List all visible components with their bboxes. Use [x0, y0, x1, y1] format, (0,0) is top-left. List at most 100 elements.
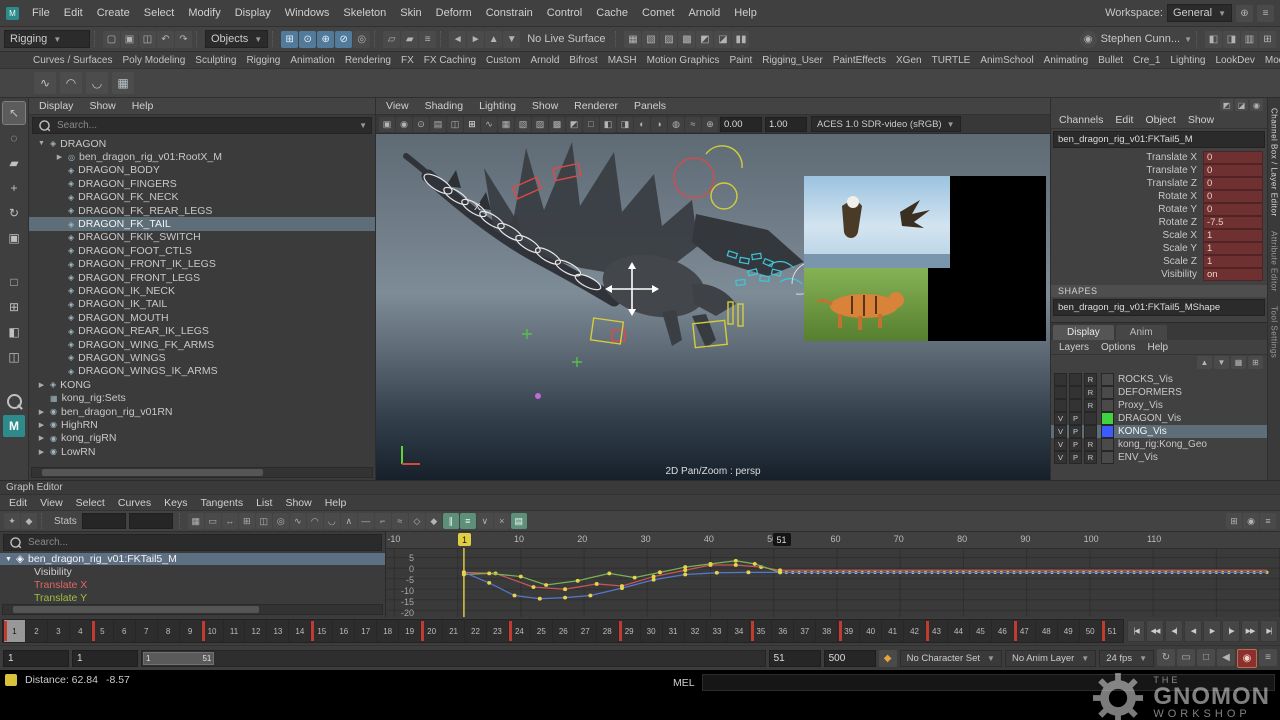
shadows-toggle-icon[interactable]: ◑ [651, 117, 667, 132]
animation-start-field[interactable]: 1 [3, 650, 69, 667]
timeline-frame[interactable]: 21 [442, 620, 464, 642]
outliner-item[interactable]: ◈ DRAGON_WINGS_IK_ARMS [29, 365, 375, 378]
channel-value-field[interactable]: 0 [1203, 190, 1263, 203]
bookmark-icon[interactable]: ▤ [430, 117, 446, 132]
graph-editor-menu-item[interactable]: View [40, 497, 63, 509]
outliner-item[interactable]: ◈ DRAGON_FKIK_SWITCH [29, 231, 375, 244]
timeline-frame[interactable]: 41 [881, 620, 903, 642]
menu-item[interactable]: File [25, 7, 57, 19]
pin-channel-box-icon[interactable]: ◉ [1250, 99, 1263, 111]
ge-time-ruler[interactable]: -10102030405060708090100110151 [386, 532, 1280, 549]
hud-toggle-icon[interactable]: □ [1197, 649, 1215, 666]
layer-playback-toggle[interactable] [1069, 373, 1082, 386]
move-tool-icon[interactable]: + [3, 177, 25, 199]
outliner-item[interactable]: ▶ ◉ kong_rigRN [29, 432, 375, 445]
go-to-end-icon[interactable]: ▶| [1260, 620, 1278, 642]
outliner-item[interactable]: ◈ DRAGON_FRONT_IK_LEGS [29, 258, 375, 271]
channel-box-menu-item[interactable]: Channels [1059, 114, 1103, 126]
outliner-item[interactable]: ◈ DRAGON_WINGS [29, 351, 375, 364]
layer-visibility-toggle[interactable] [1054, 386, 1067, 399]
sidebar-modeling-toolkit-icon[interactable]: ◧ [1205, 31, 1222, 48]
ipr-render-icon[interactable]: ▧ [642, 31, 659, 48]
channel-value-field[interactable]: 1 [1203, 242, 1263, 255]
stats-value-field[interactable] [129, 513, 173, 529]
shelf-tab[interactable]: XGen [891, 55, 927, 66]
outliner-item[interactable]: ▶ ◉ HighRN [29, 418, 375, 431]
grid-toggle-icon[interactable]: ▦ [498, 117, 514, 132]
outliner-item[interactable]: ▦ kong_rig:Sets [29, 391, 375, 404]
layer-row[interactable]: R DEFORMERS [1051, 386, 1267, 399]
expand-arrow-icon[interactable]: ▶ [37, 381, 46, 389]
layer-color-chip[interactable] [1101, 412, 1114, 425]
viewport-menu-item[interactable]: Panels [634, 100, 666, 112]
timeline-frame[interactable]: 35 [749, 620, 771, 642]
channel-row[interactable]: Translate X 0 [1051, 151, 1263, 164]
render-view-icon[interactable]: ▦ [624, 31, 641, 48]
timeline-frame[interactable]: 24 [508, 620, 530, 642]
undo-icon[interactable]: ↶ [157, 31, 174, 48]
open-scene-icon[interactable]: ▣ [121, 31, 138, 48]
outliner-hscrollbar[interactable] [31, 467, 373, 478]
timeline-frame[interactable]: 4 [69, 620, 91, 642]
layer-row[interactable]: V P R kong_rig:Kong_Geo [1051, 438, 1267, 451]
timeline-frame[interactable]: 45 [969, 620, 991, 642]
expand-arrow-icon[interactable]: ▶ [55, 153, 64, 161]
channel-row[interactable]: Visibility on [1051, 268, 1263, 281]
select-camera-icon[interactable]: ▣ [379, 117, 395, 132]
graph-editor-menu-item[interactable]: List [256, 497, 272, 509]
menu-item[interactable]: Windows [278, 7, 337, 19]
channel-value-field[interactable]: 1 [1203, 229, 1263, 242]
stacked-view-icon[interactable]: ▤ [511, 513, 527, 529]
channel-box-menu-item[interactable]: Object [1145, 114, 1175, 126]
set-key-icon[interactable]: ◆ [879, 650, 897, 667]
step-back-key-icon[interactable]: ◀◀ [1146, 620, 1164, 642]
expand-arrow-icon[interactable]: ▶ [37, 421, 46, 429]
timeline-frame[interactable]: 39 [837, 620, 859, 642]
sidebar-channel-box-icon[interactable]: ⊞ [1259, 31, 1276, 48]
workspace-menu-icon[interactable]: ≡ [1257, 5, 1274, 22]
timeline-frame[interactable]: 2 [25, 620, 47, 642]
graph-editor-menu-item[interactable]: Help [325, 497, 347, 509]
retime-tool-icon[interactable]: ↔ [222, 513, 238, 529]
timeline[interactable]: 1234567891011121314151617181920212223242… [2, 619, 1124, 643]
timeline-frame[interactable]: 32 [684, 620, 706, 642]
ssao-toggle-icon[interactable]: ◍ [668, 117, 684, 132]
scrollbar-thumb[interactable] [13, 606, 259, 613]
snap-to-point-icon[interactable]: ⊕ [317, 31, 334, 48]
timeline-frame[interactable]: 44 [947, 620, 969, 642]
anim-layer-select[interactable]: No Anim Layer▼ [1005, 650, 1096, 667]
channel-box-menu-item[interactable]: Show [1188, 114, 1214, 126]
lock-camera-icon[interactable]: ◉ [396, 117, 412, 132]
step-tangent-icon[interactable]: ⌐ [375, 513, 391, 529]
shelf-tab[interactable]: Rigging_User [757, 55, 828, 66]
timeline-frame[interactable]: 5 [91, 620, 113, 642]
menu-item[interactable]: Skin [393, 7, 428, 19]
texture-view-icon[interactable]: ◩ [696, 31, 713, 48]
move-layer-down-icon[interactable]: ▼ [1214, 356, 1229, 369]
timeline-frame[interactable]: 51 [1101, 620, 1123, 642]
lattice-deform-keys-icon[interactable]: ▦ [188, 513, 204, 529]
new-layer-from-selected-icon[interactable]: ⊞ [1248, 356, 1263, 369]
redo-icon[interactable]: ↷ [175, 31, 192, 48]
timeline-frame[interactable]: 14 [288, 620, 310, 642]
timeline-frame[interactable]: 40 [859, 620, 881, 642]
ge-hscrollbar[interactable] [2, 604, 383, 615]
layer-color-chip[interactable] [1101, 399, 1114, 412]
break-tangents-icon[interactable]: × [494, 513, 510, 529]
timeline-frame[interactable]: 43 [925, 620, 947, 642]
outliner-item[interactable]: ▶ ◉ ben_dragon_rig_v01RN [29, 405, 375, 418]
layer-visibility-toggle[interactable] [1054, 399, 1067, 412]
layer-editor-tab[interactable]: Anim [1116, 325, 1167, 340]
channel-box-menu-item[interactable]: Edit [1115, 114, 1133, 126]
insert-keys-icon[interactable]: ◆ [21, 513, 37, 529]
sidebar-vertical-tab[interactable]: Channel Box / Layer Editor [1270, 108, 1279, 217]
timeline-frame[interactable]: 25 [530, 620, 552, 642]
stats-time-field[interactable] [82, 513, 126, 529]
playback-start-field[interactable]: 1 [72, 650, 138, 667]
menu-item[interactable]: Deform [429, 7, 479, 19]
exposure-field[interactable]: 0.00 [720, 117, 762, 132]
layer-display-type-toggle[interactable]: R [1084, 373, 1097, 386]
outliner-item[interactable]: ▶ ◎ ben_dragon_rig_v01:RootX_M [29, 150, 375, 163]
timeline-frame[interactable]: 36 [771, 620, 793, 642]
light-editor-icon[interactable]: ▩ [678, 31, 695, 48]
